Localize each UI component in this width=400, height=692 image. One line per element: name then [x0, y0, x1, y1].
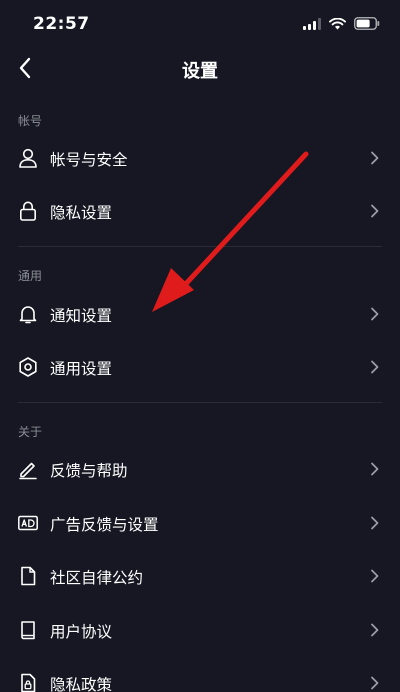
status-time: 22:57 — [33, 14, 90, 34]
settings-item-privacy-policy[interactable]: 隐私政策 — [0, 657, 400, 692]
settings-item-account-security[interactable]: 帐号与安全 — [0, 132, 400, 184]
section-divider — [18, 402, 382, 403]
page-title: 设置 — [182, 61, 218, 82]
chevron-right-icon — [370, 151, 380, 165]
book-icon — [17, 619, 39, 641]
settings-item-label: 帐号与安全 — [50, 151, 128, 169]
lock-icon — [17, 200, 39, 222]
settings-item-label: 隐私政策 — [50, 676, 113, 692]
wifi-icon — [329, 17, 346, 30]
settings-item-label: 通知设置 — [50, 307, 113, 325]
chevron-right-icon — [370, 676, 380, 690]
settings-screen: 22:57 设置 帐号 帐号与安全 隐私设置 通用 通知设置 通用设置 关于 反… — [0, 0, 400, 692]
status-bar: 22:57 — [0, 0, 400, 50]
section-divider — [18, 246, 382, 247]
document-icon — [17, 565, 39, 587]
chevron-right-icon — [370, 516, 380, 530]
section-label-account: 帐号 — [18, 114, 43, 128]
settings-item-label: 广告反馈与设置 — [50, 516, 159, 534]
chevron-right-icon — [370, 569, 380, 583]
settings-item-label: 隐私设置 — [50, 204, 113, 222]
section-label-general: 通用 — [18, 269, 43, 283]
settings-item-ad-feedback[interactable]: 广告反馈与设置 — [0, 497, 400, 549]
status-icons — [303, 17, 380, 30]
chevron-right-icon — [370, 462, 380, 476]
settings-item-label: 社区自律公约 — [50, 569, 144, 587]
nav-bar: 设置 — [0, 50, 400, 90]
settings-item-label: 用户协议 — [50, 623, 113, 641]
chevron-right-icon — [370, 204, 380, 218]
section-label-about: 关于 — [18, 425, 43, 439]
signal-bars-icon — [303, 17, 321, 30]
settings-item-general-settings[interactable]: 通用设置 — [0, 341, 400, 393]
chevron-right-icon — [370, 360, 380, 374]
document-lock-icon — [17, 672, 39, 692]
settings-item-user-agreement[interactable]: 用户协议 — [0, 604, 400, 656]
settings-item-privacy-settings[interactable]: 隐私设置 — [0, 185, 400, 237]
settings-item-label: 反馈与帮助 — [50, 462, 128, 480]
settings-item-feedback-help[interactable]: 反馈与帮助 — [0, 443, 400, 495]
settings-item-notification-settings[interactable]: 通知设置 — [0, 288, 400, 340]
settings-item-label: 通用设置 — [50, 360, 113, 378]
battery-icon — [354, 17, 380, 30]
pencil-icon — [17, 458, 39, 480]
chevron-right-icon — [370, 623, 380, 637]
ad-icon — [17, 512, 39, 534]
chevron-right-icon — [370, 307, 380, 321]
person-icon — [17, 147, 39, 169]
bell-icon — [17, 303, 39, 325]
settings-item-community-guidelines[interactable]: 社区自律公约 — [0, 550, 400, 602]
gear-icon — [17, 356, 39, 378]
